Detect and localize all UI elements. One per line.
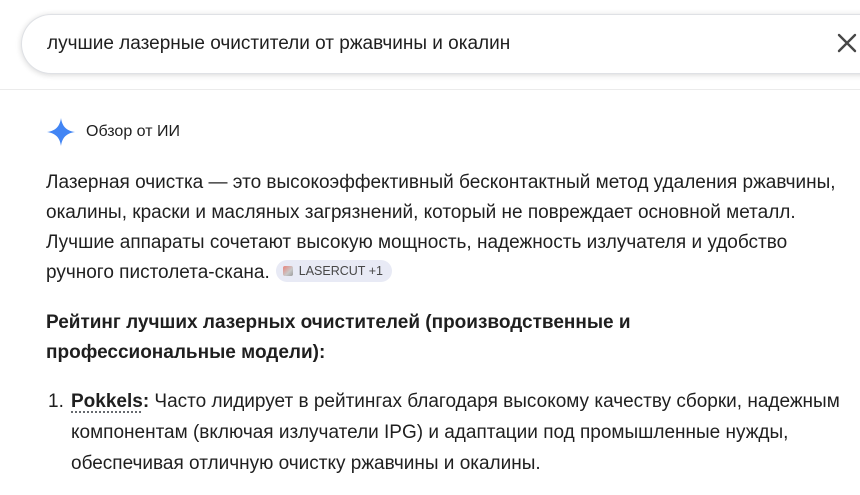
ai-overview-summary: Лазерная очистка — это высокоэффективный… [46,168,846,288]
brand-link[interactable]: Pokkels [71,391,143,412]
close-icon [837,33,857,53]
summary-text: Лазерная очистка — это высокоэффективный… [46,172,836,283]
source-chip-label: LASERCUT +1 [298,264,383,278]
clear-search-button[interactable] [834,30,860,56]
list-number: 1. [48,391,64,412]
search-bar[interactable]: лучшие лазерные очистители от ржавчины и… [21,14,860,74]
search-input[interactable]: лучшие лазерные очистители от ржавчины и… [47,33,510,55]
ai-overview-title: Обзор от ИИ [86,123,180,140]
section-heading: Рейтинг лучших лазерных очистителей (про… [46,312,631,363]
sparkle-icon [47,118,75,146]
source-chip[interactable]: LASERCUT +1 [275,260,392,282]
list-item-text: Часто лидирует в рейтингах благодаря выс… [71,391,840,474]
header-divider [0,89,860,90]
source-favicon-icon [282,266,293,276]
list-item-body: Pokkels: Часто лидирует в рейтингах благ… [71,386,841,479]
ai-overview-header: Обзор от ИИ [46,117,180,147]
search-results-page: лучшие лазерные очистители от ржавчины и… [0,0,860,495]
